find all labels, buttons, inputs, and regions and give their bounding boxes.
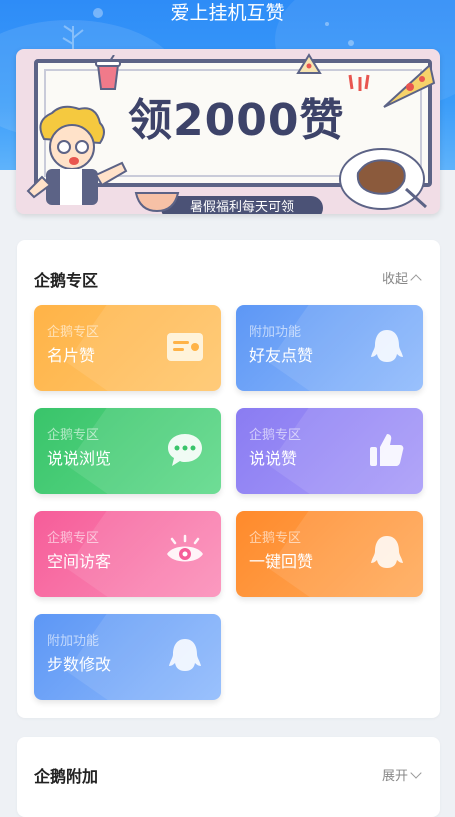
promo-banner[interactable]: 领2000赞 暑假福利每天可领 <box>16 49 440 214</box>
collapse-toggle[interactable]: 收起 <box>381 268 422 287</box>
app-title: 爱上挂机互赞 <box>170 2 285 24</box>
chat-bubble-icon <box>168 434 202 466</box>
tile-category: 附加功能 <box>249 325 302 340</box>
tile-category: 企鹅专区 <box>47 428 100 443</box>
banner-subtitle: 暑假福利每天可领 <box>161 196 323 214</box>
tile-moments-likes[interactable]: 企鹅专区 说说赞 <box>236 408 423 494</box>
tile-name: 说说浏览 <box>47 449 112 468</box>
tile-name: 名片赞 <box>47 346 96 365</box>
tile-name: 说说赞 <box>249 449 298 468</box>
tile-friend-likes[interactable]: 附加功能 好友点赞 <box>236 305 423 391</box>
bowl-illustration <box>134 192 180 213</box>
section-qq-extras: 企鹅附加 展开 <box>17 737 440 817</box>
penguin-icon <box>169 639 201 671</box>
exclaim-marks <box>348 74 370 91</box>
tile-moments-views[interactable]: 企鹅专区 说说浏览 <box>34 408 221 494</box>
section-title: 企鹅专区 <box>34 271 99 290</box>
tile-category: 附加功能 <box>47 634 100 649</box>
thumbs-up-icon <box>370 434 404 466</box>
pizza-illustration <box>383 63 436 108</box>
penguin-icon <box>371 536 403 568</box>
chevron-up-icon <box>410 273 422 286</box>
chevron-down-icon <box>410 767 422 779</box>
tile-name: 步数修改 <box>47 655 112 674</box>
section-title: 企鹅附加 <box>34 767 99 786</box>
tile-profile-likes[interactable]: 企鹅专区 名片赞 <box>34 305 221 391</box>
tile-name: 一键回赞 <box>249 552 314 571</box>
tile-category: 企鹅专区 <box>47 531 100 546</box>
expand-label: 展开 <box>381 769 408 784</box>
tile-return-likes[interactable]: 企鹅专区 一键回赞 <box>236 511 423 597</box>
tile-name: 好友点赞 <box>249 346 314 365</box>
tile-category: 企鹅专区 <box>249 428 302 443</box>
tile-category: 企鹅专区 <box>249 531 302 546</box>
cartoon-boy-illustration <box>26 105 128 205</box>
collapse-label: 收起 <box>381 272 408 287</box>
tile-name: 空间访客 <box>47 552 112 571</box>
banner-headline: 领2000赞 <box>128 95 345 146</box>
tile-category: 企鹅专区 <box>47 325 100 340</box>
drink-illustration <box>95 55 121 90</box>
steak-plate-illustration <box>339 148 428 210</box>
tile-space-visitors[interactable]: 企鹅专区 空间访客 <box>34 511 221 597</box>
expand-toggle[interactable]: 展开 <box>381 765 422 784</box>
card-icon <box>167 333 203 361</box>
section-qq-zone: 企鹅专区 收起 企鹅专区 名片赞 附加功能 好友点赞 企鹅专区 说说浏览 企鹅专… <box>17 240 440 718</box>
tile-step-count[interactable]: 附加功能 步数修改 <box>34 614 221 700</box>
penguin-icon <box>371 330 403 362</box>
eye-icon <box>167 534 203 562</box>
cake-slice-illustration <box>296 53 322 74</box>
